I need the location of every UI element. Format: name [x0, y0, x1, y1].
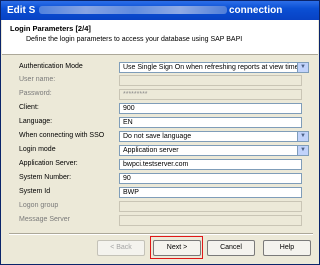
window-title-start: Edit S	[7, 5, 36, 16]
field-value: Application server	[123, 147, 179, 154]
field-label: When connecting with SSO	[19, 132, 105, 139]
text-field[interactable]: 90	[119, 173, 302, 184]
help-label: Help	[279, 244, 295, 251]
field-label: Message Server	[19, 216, 70, 223]
window-title-end: connection	[229, 5, 283, 16]
text-field[interactable]: *********	[119, 89, 302, 100]
dropdown-field[interactable]: Do not save language ▼	[119, 131, 309, 142]
text-field[interactable]: EN	[119, 117, 302, 128]
help-button[interactable]: Help	[263, 240, 311, 256]
field-value: Use Single Sign On when refreshing repor…	[123, 64, 299, 71]
dropdown-field[interactable]: Application server ▼	[119, 145, 309, 156]
button-separator	[9, 233, 313, 235]
title-bar[interactable]: Edit S connection	[1, 1, 319, 20]
dialog-window: Edit S connection Login Parameters [2/4]…	[0, 0, 320, 265]
field-value: 90	[123, 175, 131, 182]
page-title: Login Parameters [2/4]	[10, 24, 91, 33]
text-field[interactable]	[119, 215, 302, 226]
field-label: Login mode	[19, 146, 56, 153]
chevron-down-icon[interactable]: ▼	[297, 132, 308, 141]
field-value: bwpci.testserver.com	[123, 161, 189, 168]
next-button-highlight	[150, 236, 203, 259]
text-field[interactable]: BWP	[119, 187, 302, 198]
cancel-label: Cancel	[220, 244, 242, 251]
field-value: 900	[123, 105, 135, 112]
text-field[interactable]	[119, 201, 302, 212]
field-label: Logon group	[19, 202, 59, 209]
field-label: Authentication Mode	[19, 63, 83, 70]
page-subtitle: Define the login parameters to access yo…	[26, 36, 243, 43]
redacted-connection-name	[39, 6, 227, 14]
field-value: BWP	[123, 189, 139, 196]
field-label: Language:	[19, 118, 53, 125]
field-label: Client:	[19, 104, 39, 111]
back-button[interactable]: < Back	[97, 240, 145, 256]
text-field[interactable]: 900	[119, 103, 302, 114]
chevron-down-icon[interactable]: ▼	[297, 63, 308, 72]
text-field[interactable]	[119, 75, 302, 86]
field-value: *********	[123, 91, 148, 98]
field-value: Do not save language	[123, 133, 192, 140]
field-label: User name:	[19, 76, 56, 83]
back-label: < Back	[110, 244, 132, 251]
field-label: System Number:	[19, 174, 72, 181]
cancel-button[interactable]: Cancel	[207, 240, 255, 256]
text-field[interactable]: bwpci.testserver.com	[119, 159, 302, 170]
chevron-down-icon[interactable]: ▼	[297, 146, 308, 155]
field-label: Application Server:	[19, 160, 78, 167]
dropdown-field[interactable]: Use Single Sign On when refreshing repor…	[119, 62, 309, 73]
wizard-header: Login Parameters [2/4] Define the login …	[2, 20, 318, 55]
field-value: EN	[123, 119, 133, 126]
field-label: Password:	[19, 90, 52, 97]
field-label: System Id	[19, 188, 51, 195]
